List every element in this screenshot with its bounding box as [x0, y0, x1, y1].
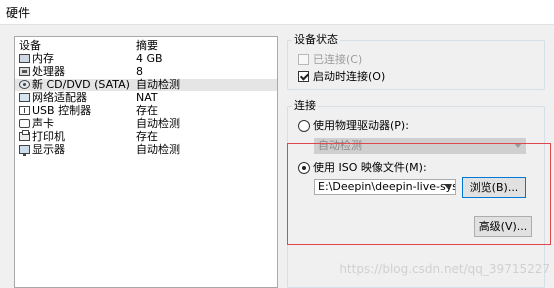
device-row-cd-dvd[interactable]: 新 CD/DVD (SATA) 自动检测 — [15, 79, 277, 91]
device-name: 声卡 — [32, 117, 54, 130]
connect-at-power-on-checkbox-box[interactable] — [298, 71, 309, 82]
monitor-icon — [19, 145, 30, 156]
physical-drive-select[interactable]: 自动检测 — [314, 138, 526, 154]
physical-drive-select-value: 自动检测 — [318, 139, 362, 152]
window-titlebar: 硬件 — [0, 0, 554, 24]
printer-icon — [19, 130, 30, 141]
column-header-summary[interactable]: 摘要 — [136, 40, 158, 52]
device-row-printer[interactable]: 打印机 存在 — [15, 130, 277, 143]
device-name: 新 CD/DVD (SATA) — [32, 78, 130, 91]
device-summary: 存在 — [136, 130, 158, 143]
device-row-monitor[interactable]: 显示器 自动检测 — [15, 144, 277, 156]
usb-icon — [19, 106, 30, 115]
device-row-network-adapter[interactable]: 网络适配器 NAT — [15, 92, 277, 104]
connect-at-power-on-label: 启动时连接(O) — [313, 70, 386, 83]
browse-button[interactable]: 浏览(B)... — [462, 177, 526, 198]
watermark: https://blog.csdn.net/qq_39715227 — [339, 262, 550, 276]
sound-card-icon — [19, 119, 30, 128]
device-name: 网络适配器 — [32, 91, 87, 104]
device-status-label: 设备状态 — [292, 33, 340, 46]
iso-image-radio-button[interactable] — [298, 162, 310, 174]
connection-label: 连接 — [292, 99, 318, 112]
device-row-memory[interactable]: 内存 4 GB — [15, 53, 277, 65]
chevron-down-icon — [514, 143, 522, 148]
connected-label: 已连接(C) — [313, 53, 363, 66]
device-summary: 4 GB — [136, 52, 163, 65]
device-row-processor[interactable]: 处理器 8 — [15, 66, 277, 78]
chevron-down-icon[interactable] — [444, 184, 452, 189]
physical-drive-label: 使用物理驱动器(P): — [313, 119, 409, 132]
device-status-group: 设备状态 已连接(C) 启动时连接(O) — [287, 34, 545, 90]
physical-drive-radio-button[interactable] — [298, 120, 310, 132]
cd-dvd-icon — [19, 80, 30, 89]
device-name: USB 控制器 — [32, 104, 92, 117]
iso-path-combo[interactable]: E:\Deepin\deepin-live-system- — [314, 179, 456, 195]
device-name: 显示器 — [32, 143, 65, 156]
advanced-button[interactable]: 高级(V)... — [474, 216, 532, 237]
connection-group: 连接 使用物理驱动器(P): 自动检测 使用 ISO 映像文件(M): E:\D… — [287, 100, 545, 288]
device-name: 处理器 — [32, 65, 65, 78]
device-list[interactable]: 设备 摘要 内存 4 GB 处理器 8 新 CD/DVD (SATA) 自动检测… — [14, 36, 278, 288]
device-row-sound-card[interactable]: 声卡 自动检测 — [15, 118, 277, 130]
connected-checkbox-box[interactable] — [298, 54, 309, 65]
device-summary: 存在 — [136, 104, 158, 117]
device-summary: 自动检测 — [136, 78, 180, 91]
column-header-device[interactable]: 设备 — [19, 40, 41, 52]
device-list-header: 设备 摘要 — [15, 40, 277, 52]
device-summary: 8 — [136, 65, 143, 78]
processor-icon — [19, 67, 30, 76]
device-row-usb-controller[interactable]: USB 控制器 存在 — [15, 105, 277, 117]
device-summary: 自动检测 — [136, 143, 180, 156]
memory-icon — [19, 54, 30, 63]
iso-path-value[interactable]: E:\Deepin\deepin-live-system- — [318, 180, 455, 194]
network-adapter-icon — [19, 93, 30, 102]
iso-image-label: 使用 ISO 映像文件(M): — [313, 161, 427, 174]
device-summary: 自动检测 — [136, 117, 180, 130]
device-name: 打印机 — [32, 130, 65, 143]
device-summary: NAT — [136, 91, 158, 104]
device-name: 内存 — [32, 52, 54, 65]
window-title: 硬件 — [6, 6, 31, 20]
